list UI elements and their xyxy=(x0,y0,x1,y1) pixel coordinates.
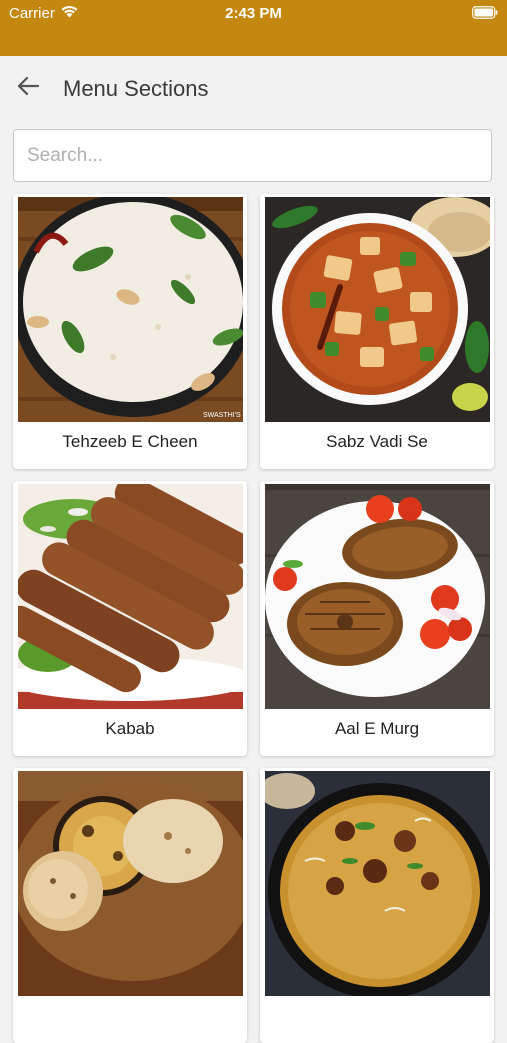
section-card[interactable]: Kabab xyxy=(13,481,247,756)
section-label: Aal E Murg xyxy=(334,719,420,738)
section-label: Tehzeeb E Cheen xyxy=(62,432,198,451)
section-card[interactable]: SWASTHI'S Tehzeeb E Cheen xyxy=(13,194,247,469)
section-image-seekh-kabab xyxy=(18,484,243,709)
section-image-grilled-fish xyxy=(265,484,490,709)
menu-sections-grid: SWASTHI'S Tehzeeb E Cheen Sabz Vadi Se K… xyxy=(0,0,507,1043)
section-card[interactable] xyxy=(13,768,247,1043)
section-image-paneer-curry xyxy=(265,197,490,422)
section-image-rice-dish: SWASTHI'S xyxy=(18,197,243,422)
image-watermark: SWASTHI'S xyxy=(203,412,241,419)
section-label: Sabz Vadi Se xyxy=(326,432,428,451)
section-label: Kabab xyxy=(105,719,155,738)
section-card[interactable]: Aal E Murg xyxy=(260,481,494,756)
section-image-flatbreads xyxy=(18,771,243,996)
section-card[interactable]: Sabz Vadi Se xyxy=(260,194,494,469)
section-image-biryani xyxy=(265,771,490,996)
section-card[interactable] xyxy=(260,768,494,1043)
